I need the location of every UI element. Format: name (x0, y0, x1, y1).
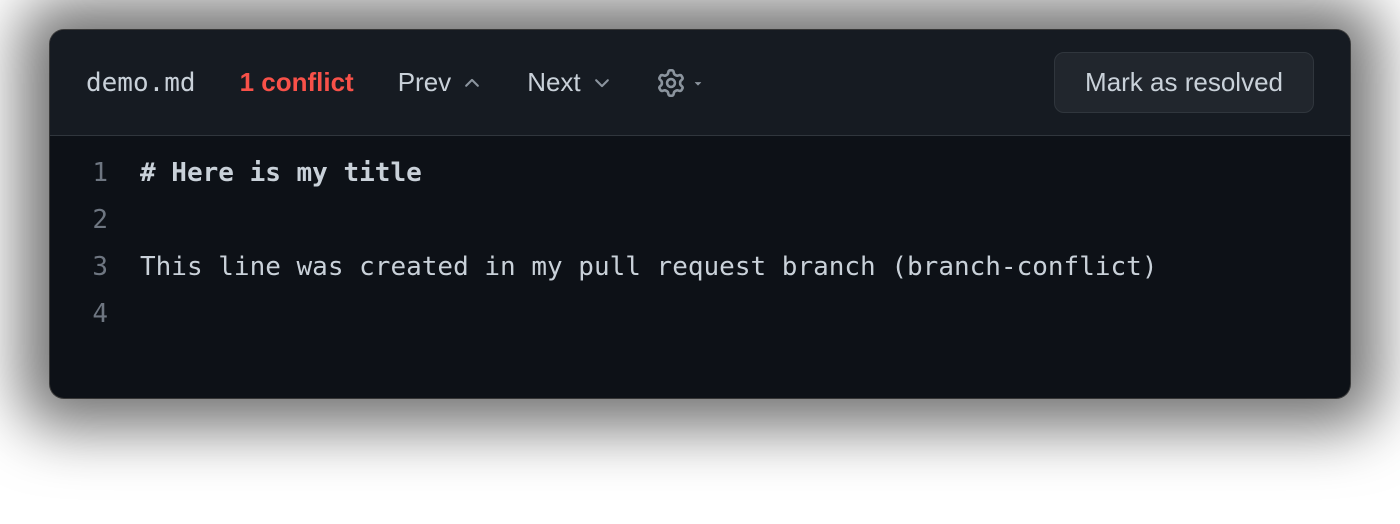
code-content[interactable]: # Here is my title This line was created… (140, 150, 1350, 338)
chevron-up-icon (461, 72, 483, 94)
code-editor[interactable]: 1 2 3 4 # Here is my title This line was… (50, 136, 1350, 398)
code-line (140, 197, 1350, 244)
caret-down-icon (691, 76, 705, 90)
line-number: 4 (50, 291, 108, 338)
next-conflict-button[interactable]: Next (527, 67, 612, 98)
next-label: Next (527, 67, 580, 98)
line-number-gutter: 1 2 3 4 (50, 150, 140, 338)
editor-settings-button[interactable] (657, 69, 705, 97)
code-line: This line was created in my pull request… (140, 244, 1350, 291)
prev-label: Prev (398, 67, 451, 98)
line-number: 2 (50, 197, 108, 244)
code-line: # Here is my title (140, 150, 1350, 197)
gear-icon (657, 69, 685, 97)
line-number: 1 (50, 150, 108, 197)
line-number: 3 (50, 244, 108, 291)
mark-resolved-button[interactable]: Mark as resolved (1054, 52, 1314, 113)
code-line (140, 291, 1350, 338)
prev-conflict-button[interactable]: Prev (398, 67, 483, 98)
filename-label: demo.md (86, 68, 196, 98)
conflict-toolbar: demo.md 1 conflict Prev Next Mark as res… (50, 30, 1350, 136)
conflict-editor-panel: demo.md 1 conflict Prev Next Mark as res… (50, 30, 1350, 398)
conflict-count-label: 1 conflict (240, 67, 354, 98)
chevron-down-icon (591, 72, 613, 94)
